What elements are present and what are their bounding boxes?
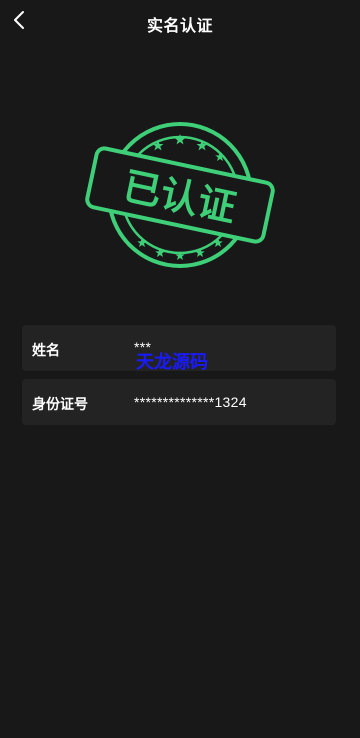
name-label: 姓名 — [32, 343, 60, 359]
header-bar: 实名认证 — [0, 0, 360, 44]
verified-stamp: 已认证 — [85, 122, 275, 268]
page-title: 实名认证 — [146, 16, 213, 35]
watermark-text: 天龙源码 — [136, 352, 208, 373]
id-number-value: **************1324 — [134, 394, 247, 410]
id-number-row: 身份证号 **************1324 — [22, 379, 336, 425]
id-number-label: 身份证号 — [32, 397, 88, 413]
